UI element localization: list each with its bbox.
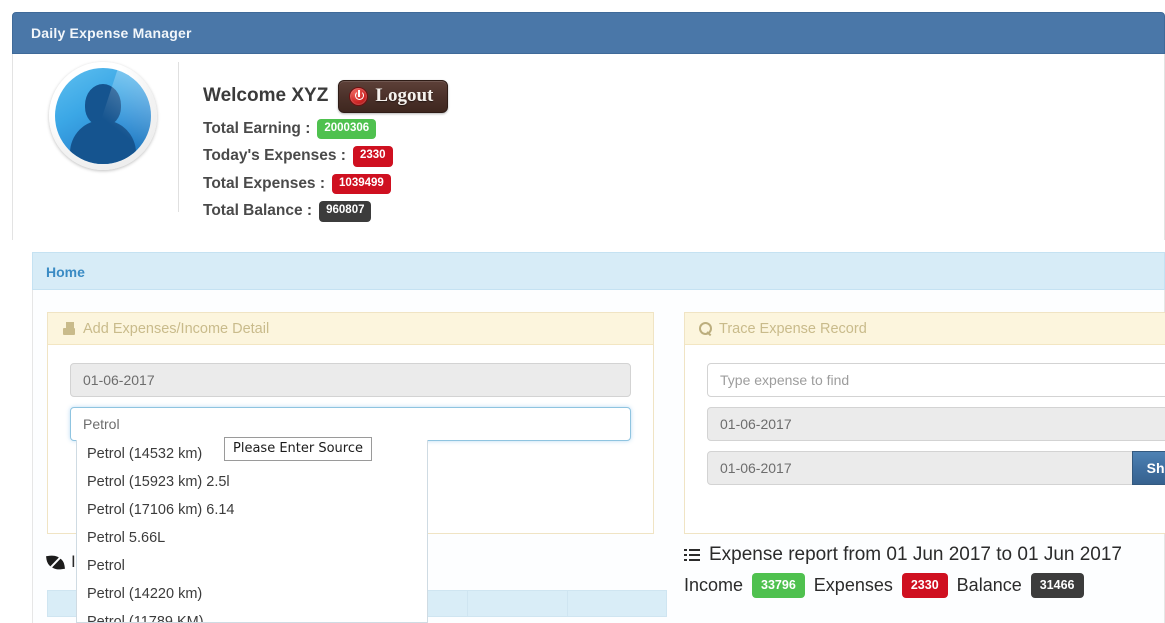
stat-label: Total Expenses : — [203, 174, 326, 192]
from-date-input[interactable] — [707, 407, 1165, 441]
logout-button[interactable]: Logout — [338, 79, 449, 113]
expense-source-input[interactable] — [70, 407, 631, 441]
stat-label: Total Balance : — [203, 202, 313, 220]
status-badge: 2330 — [352, 146, 393, 167]
search-icon — [699, 322, 712, 335]
list-item[interactable]: Petrol (15923 km) 2.5l — [77, 468, 427, 496]
stat-total-expenses: Total Expenses : 1039499 — [203, 171, 448, 197]
expense-report-summary: Expense report from 01 Jun 2017 to 01 Ju… — [684, 544, 1165, 598]
tab-home[interactable]: Home — [46, 264, 85, 280]
status-badge: 1039499 — [332, 173, 391, 194]
leaf-icon — [46, 553, 65, 571]
add-detail-icon — [62, 322, 76, 335]
app-title: Daily Expense Manager — [31, 25, 192, 41]
add-expense-panel-title: Add Expenses/Income Detail — [83, 320, 270, 337]
top-navbar: Daily Expense Manager — [12, 12, 1165, 54]
profile-section: Welcome XYZ Logout Total Earning : 20003… — [12, 54, 1165, 240]
search-input[interactable] — [707, 363, 1165, 397]
list-item[interactable]: Petrol (17106 km) 6.14 — [77, 496, 427, 524]
income-col-3 — [567, 590, 667, 617]
welcome-text: Welcome XYZ — [203, 85, 329, 106]
tab-strip: Home — [32, 252, 1165, 290]
power-icon — [349, 86, 369, 106]
to-date-group: Show — [707, 451, 1165, 485]
list-icon — [684, 548, 700, 563]
app-page: Daily Expense Manager Welcome XYZ Logout… — [0, 0, 1165, 623]
to-date-input[interactable] — [707, 451, 1165, 485]
profile-info: Welcome XYZ Logout Total Earning : 20003… — [203, 78, 449, 225]
trace-expense-panel-heading: Trace Expense Record — [685, 313, 1165, 345]
income-label: Income — [684, 575, 744, 595]
stat-todays-expenses: Today's Expenses : 2330 — [203, 144, 448, 170]
status-badge: 960807 — [319, 201, 372, 222]
status-badge: 2000306 — [317, 118, 377, 139]
stat-total-earning: Total Earning : 2000306 — [203, 116, 448, 142]
trace-expense-panel-title: Trace Expense Record — [719, 320, 867, 337]
trace-expense-panel-body: Show — [685, 345, 1165, 503]
stat-label: Today's Expenses : — [203, 147, 346, 165]
stat-total-balance: Total Balance : 960807 — [203, 199, 448, 225]
expenses-label: Expenses — [813, 575, 893, 595]
profile-divider — [178, 62, 179, 212]
list-item[interactable]: Petrol 5.66L — [77, 524, 427, 552]
expense-date-input[interactable] — [70, 363, 631, 397]
balance-badge: 31466 — [1030, 573, 1084, 598]
income-badge: 33796 — [752, 573, 805, 598]
income-col-2 — [467, 590, 568, 617]
avatar-image — [55, 68, 151, 164]
trace-expense-panel: Trace Expense Record Show — [684, 312, 1165, 534]
report-totals-row: Income 33796 Expenses 2330 Balance 31466 — [684, 573, 1165, 598]
welcome-row: Welcome XYZ Logout — [203, 78, 449, 114]
balance-label: Balance — [956, 575, 1022, 595]
source-autocomplete-dropdown[interactable]: Petrol (14532 km) Petrol (15923 km) 2.5l… — [76, 440, 428, 623]
expenses-badge: 2330 — [901, 573, 948, 598]
show-button-label: Show — [1146, 460, 1165, 476]
show-button[interactable]: Show — [1131, 451, 1165, 485]
report-heading-row: Expense report from 01 Jun 2017 to 01 Ju… — [684, 544, 1165, 566]
list-item[interactable]: Petrol (14220 km) — [77, 580, 427, 608]
report-heading: Expense report from 01 Jun 2017 to 01 Ju… — [709, 544, 1122, 565]
avatar — [49, 62, 157, 170]
list-item[interactable]: Petrol (11789 KM) — [77, 608, 427, 622]
validation-tooltip: Please Enter Source — [224, 437, 372, 461]
stat-label: Total Earning : — [203, 119, 311, 137]
logout-label: Logout — [375, 85, 434, 106]
list-item[interactable]: Petrol — [77, 552, 427, 580]
add-expense-panel-heading: Add Expenses/Income Detail — [48, 313, 653, 345]
